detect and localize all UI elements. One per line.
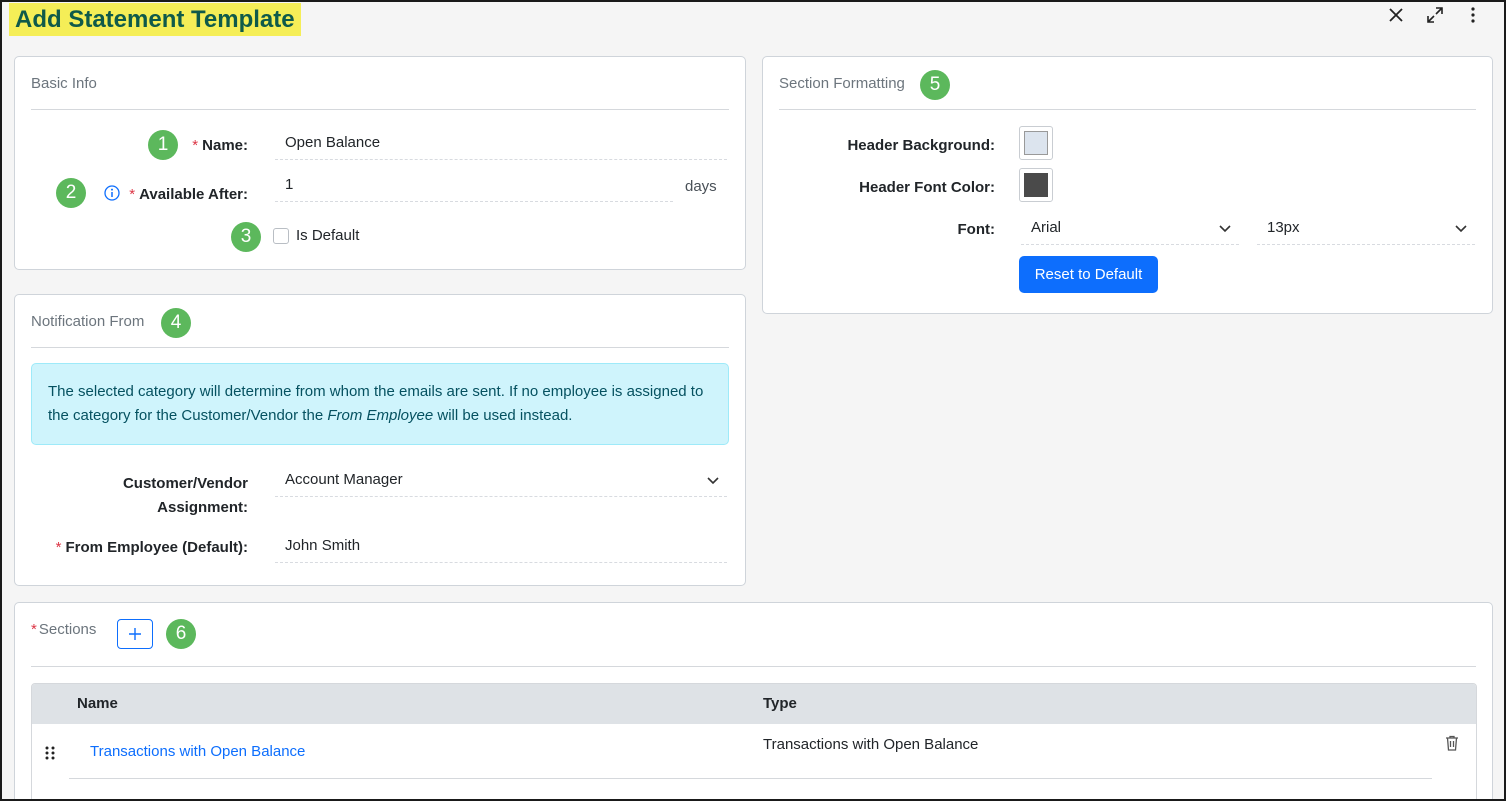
info-icon[interactable] [104, 185, 120, 205]
column-header-name: Name [77, 695, 118, 712]
font-label: Font: [957, 221, 995, 238]
divider [31, 666, 1476, 667]
expand-icon[interactable] [1424, 4, 1446, 26]
name-input[interactable]: Open Balance [275, 128, 727, 160]
chevron-down-icon [1455, 225, 1467, 233]
header-font-color-label: Header Font Color: [859, 179, 995, 196]
font-family-select[interactable]: Arial [1021, 213, 1239, 245]
name-label-text: Name: [202, 137, 248, 154]
header-background-label: Header Background: [847, 137, 995, 154]
divider [779, 109, 1476, 110]
section-formatting-title: Section Formatting [779, 75, 905, 92]
from-employee-input[interactable]: John Smith [275, 531, 727, 563]
trash-icon[interactable] [1445, 735, 1459, 755]
section-type: Transactions with Open Balance [763, 736, 979, 753]
font-family-value: Arial [1031, 219, 1062, 236]
sections-table: Name Type Transactions with Open Balance… [31, 683, 1477, 801]
info-text-emphasis: From Employee [327, 407, 434, 424]
row-divider [69, 778, 1432, 779]
basic-info-card: Basic Info 1 * Name: Open Balance 2 * Avai… [14, 56, 746, 270]
from-employee-label: * From Employee (Default): [55, 539, 248, 556]
more-vertical-icon[interactable] [1462, 4, 1484, 26]
section-name-link[interactable]: Transactions with Open Balance [90, 743, 305, 760]
font-size-value: 13px [1267, 219, 1300, 236]
from-employee-label-text: From Employee (Default): [65, 539, 248, 556]
assignment-label: Customer/Vendor Assignment: [123, 472, 248, 520]
is-default-label: Is Default [296, 227, 360, 244]
info-alert: The selected category will determine fro… [31, 363, 729, 445]
drag-handle-icon[interactable] [45, 746, 55, 764]
chevron-down-icon [1219, 225, 1231, 233]
reset-to-default-button[interactable]: Reset to Default [1019, 256, 1158, 293]
assignment-value: Account Manager [285, 471, 403, 488]
close-icon[interactable] [1385, 4, 1407, 26]
available-after-label: * Available After: [129, 186, 248, 203]
step-badge-3: 3 [231, 222, 261, 252]
assignment-label-line2: Assignment: [157, 499, 248, 516]
table-row: Transactions with Open Balance Transacti… [32, 724, 1476, 784]
header-background-color-picker[interactable] [1019, 126, 1053, 160]
sections-title-text: Sections [38, 621, 97, 638]
notification-from-title: Notification From [31, 313, 145, 330]
step-badge-4: 4 [161, 308, 191, 338]
step-badge-6: 6 [166, 619, 196, 649]
assignment-select[interactable]: Account Manager [275, 465, 727, 497]
info-text-end: will be used instead. [433, 407, 573, 424]
column-header-type: Type [763, 695, 797, 712]
sections-title: * Sections [31, 621, 97, 638]
name-label: * Name: [192, 137, 248, 154]
table-header: Name Type [32, 684, 1476, 724]
header-font-color-swatch [1024, 173, 1048, 197]
add-section-button[interactable] [117, 619, 153, 649]
notification-from-card: Notification From 4 The selected categor… [14, 294, 746, 586]
step-badge-2: 2 [56, 178, 86, 208]
header-font-color-picker[interactable] [1019, 168, 1053, 202]
header-background-swatch [1024, 131, 1048, 155]
assignment-label-line1: Customer/Vendor [122, 475, 248, 492]
step-badge-5: 5 [920, 70, 950, 100]
required-mark: * [129, 186, 136, 203]
page-title: Add Statement Template [9, 3, 301, 36]
available-after-input[interactable]: 1 [275, 170, 673, 202]
font-size-select[interactable]: 13px [1257, 213, 1475, 245]
step-badge-1: 1 [148, 130, 178, 160]
available-after-label-text: Available After: [139, 186, 248, 203]
required-mark: * [192, 137, 199, 154]
chevron-down-icon [707, 477, 719, 485]
plus-icon [129, 628, 141, 640]
basic-info-title: Basic Info [31, 75, 97, 92]
days-unit: days [685, 178, 717, 195]
sections-card: * Sections 6 Name Type Transactions with … [14, 602, 1493, 801]
divider [31, 109, 729, 110]
is-default-checkbox[interactable] [273, 228, 289, 244]
divider [31, 347, 729, 348]
section-formatting-card: Section Formatting 5 Header Background: … [762, 56, 1493, 314]
